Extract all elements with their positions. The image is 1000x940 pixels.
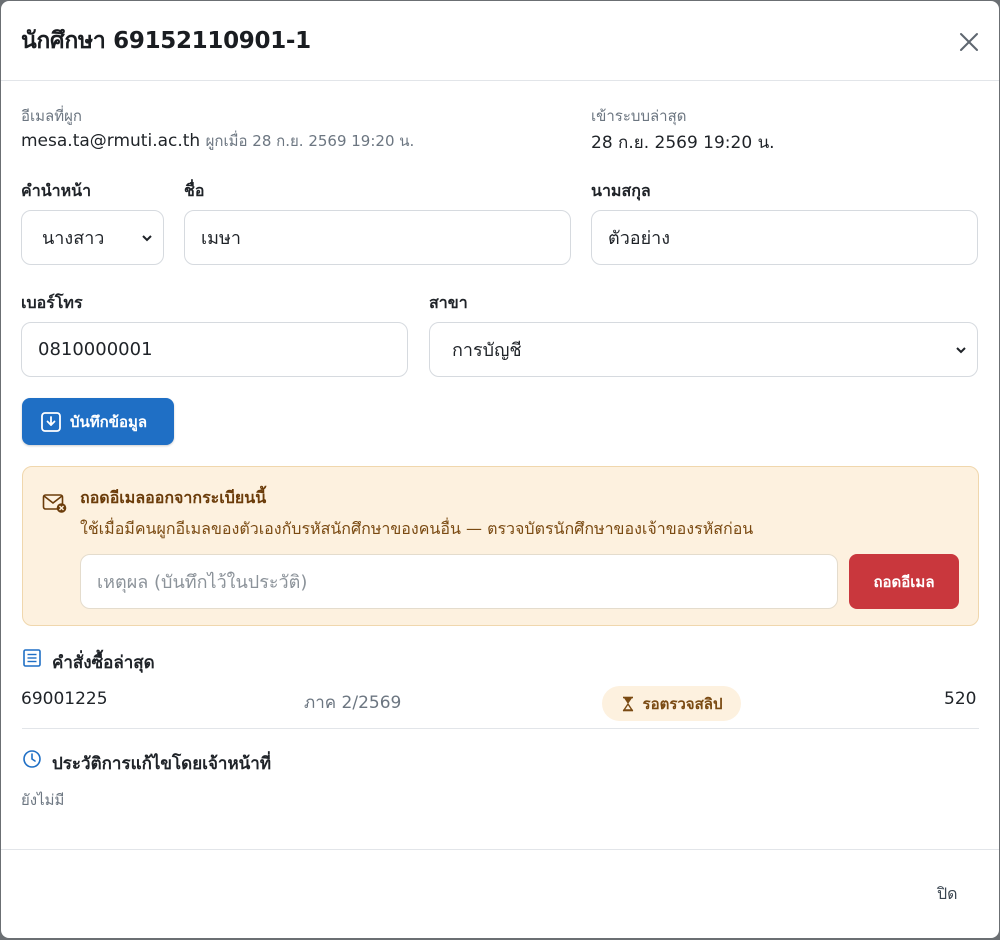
last-name-label: นามสกุล: [591, 181, 651, 200]
last-name-value: ตัวอย่าง: [608, 228, 671, 249]
clock-icon: [23, 750, 41, 768]
chevron-down-icon: [956, 346, 966, 353]
hourglass-icon: [622, 696, 633, 711]
unlink-email-panel: ถอดอีเมลออกจากระเบียนนี้ ใช้เมื่อมีคนผูก…: [22, 466, 979, 626]
email-bound-note: ผูกเมื่อ 28 ก.ย. 2569 19:20 น.: [205, 132, 415, 150]
unlink-title: ถอดอีเมลออกจากระเบียนนี้: [80, 488, 267, 507]
phone-value: 0810000001: [38, 339, 153, 360]
prefix-select-value: นางสาว: [42, 228, 105, 249]
status-badge-label: รอตรวจสลิป: [642, 694, 723, 713]
prefix-select[interactable]: นางสาว: [21, 210, 164, 265]
remove-email-button[interactable]: ถอดอีเมล: [849, 554, 959, 609]
major-label: สาขา: [429, 293, 468, 312]
phone-input[interactable]: 0810000001: [21, 322, 408, 377]
last-login-label: เข้าระบบล่าสุด: [591, 107, 687, 125]
major-select-value: การบัญชี: [452, 340, 522, 361]
email-row: mesa.ta@rmuti.ac.th ผูกเมื่อ 28 ก.ย. 256…: [21, 129, 414, 153]
order-id[interactable]: 69001225: [21, 689, 108, 709]
reason-input[interactable]: เหตุผล (บันทึกไว้ในประวัติ): [80, 554, 838, 609]
history-empty: ยังไม่มี: [21, 791, 65, 809]
save-icon: [41, 411, 61, 432]
last-name-input[interactable]: ตัวอย่าง: [591, 210, 978, 265]
reason-placeholder: เหตุผล (บันทึกไว้ในประวัติ): [97, 572, 308, 593]
mail-remove-icon: [42, 494, 67, 513]
order-term: ภาค 2/2569: [304, 693, 402, 713]
modal-title: นักศึกษา 69152110901-1: [21, 28, 311, 54]
phone-label: เบอร์โทร: [21, 293, 83, 312]
email-label: อีเมลที่ผูก: [21, 107, 82, 125]
footer-divider: [1, 849, 999, 850]
first-name-label: ชื่อ: [184, 181, 205, 200]
close-icon: [960, 33, 978, 51]
save-button-label: บันทึกข้อมูล: [70, 412, 148, 431]
remove-email-button-label: ถอดอีเมล: [873, 572, 935, 591]
save-button[interactable]: บันทึกข้อมูล: [22, 398, 174, 445]
close-footer-button[interactable]: ปิด: [937, 882, 958, 907]
student-modal: นักศึกษา 69152110901-1 อีเมลที่ผูก mesa.…: [1, 1, 999, 938]
chevron-down-icon: [142, 234, 152, 241]
first-name-input[interactable]: เมษา: [184, 210, 571, 265]
major-select[interactable]: การบัญชี: [429, 322, 978, 377]
orders-title: คำสั่งซื้อล่าสุด: [52, 653, 155, 673]
order-amount: 520: [944, 689, 977, 709]
last-login-value: 28 ก.ย. 2569 19:20 น.: [591, 133, 775, 153]
receipt-icon: [23, 649, 41, 667]
modal-header: นักศึกษา 69152110901-1: [1, 1, 999, 81]
close-button[interactable]: [956, 29, 982, 55]
unlink-description: ใช้เมื่อมีคนผูกอีเมลของตัวเองกับรหัสนักศ…: [80, 519, 754, 538]
section-divider: [22, 728, 979, 729]
prefix-label: คำนำหน้า: [21, 181, 92, 200]
history-title: ประวัติการแก้ไขโดยเจ้าหน้าที่: [52, 754, 272, 774]
status-badge: รอตรวจสลิป: [602, 686, 741, 721]
email-value: mesa.ta@rmuti.ac.th: [21, 131, 201, 151]
first-name-value: เมษา: [201, 228, 241, 249]
